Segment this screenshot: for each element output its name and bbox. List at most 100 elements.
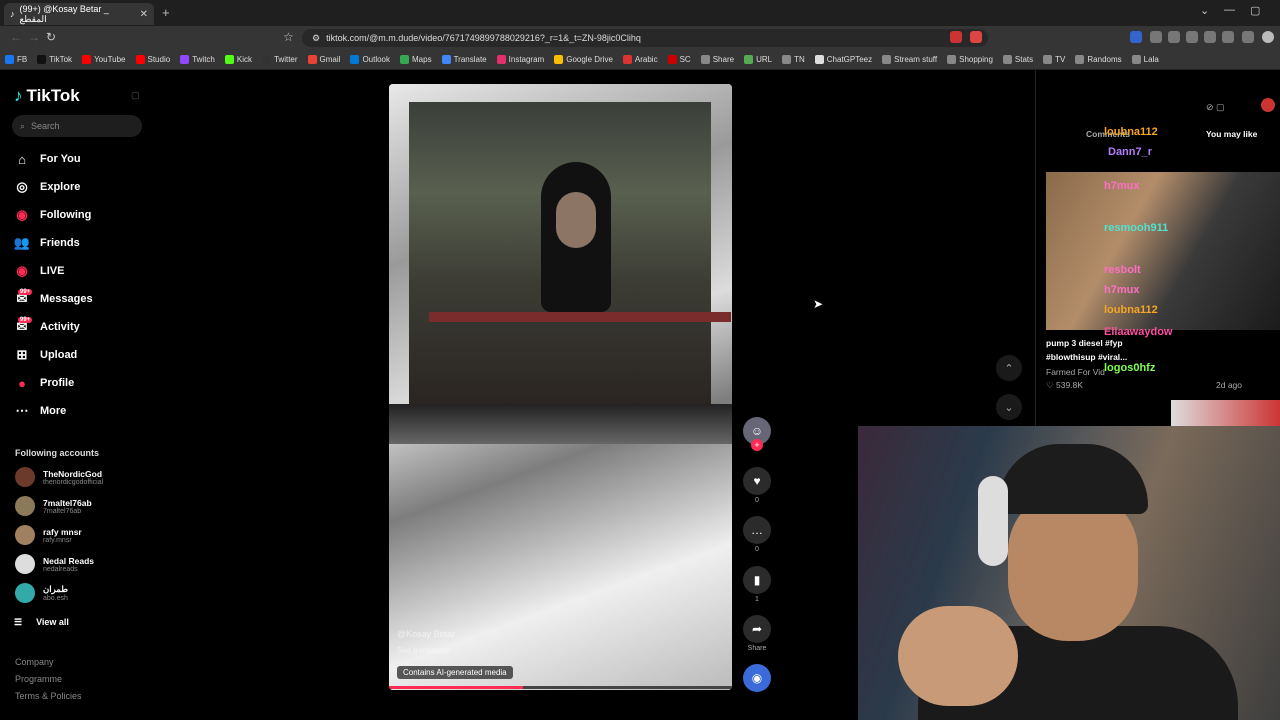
bookmark-favicon-icon <box>350 55 360 64</box>
follow-plus-icon[interactable]: + <box>751 439 763 451</box>
footer-programme-link[interactable]: Programme <box>15 674 62 684</box>
footer-terms-link[interactable]: Terms & Policies <box>15 691 82 701</box>
panel-avatar-icon[interactable] <box>1261 98 1275 112</box>
browser-tab[interactable]: ♪ (99+) @Kosay Betar _ المقطع ✕ <box>4 3 154 25</box>
sound-disc[interactable]: ◉ <box>742 664 772 692</box>
video-player[interactable]: @Kosay Betar See translation Contains AI… <box>389 84 732 690</box>
comment-icon: … <box>743 516 771 544</box>
maximize-icon[interactable]: ▢ <box>1250 4 1260 17</box>
see-translation-link[interactable]: See translation <box>397 646 450 655</box>
following-account[interactable]: 7maltel76ab 7maltel76ab <box>15 492 92 520</box>
view-all-button[interactable]: ☰ View all <box>14 610 69 634</box>
following-account[interactable]: rafy mnsr rafy.mnsr <box>15 521 82 549</box>
comment-button[interactable]: … 0 <box>742 516 772 553</box>
previous-video-button[interactable]: ⌃ <box>996 355 1022 381</box>
bookmark-arabic[interactable]: Arabic <box>618 55 663 64</box>
nav-following[interactable]: ◉ Following <box>14 203 91 227</box>
bookmark-translate[interactable]: Translate <box>437 55 492 64</box>
forward-icon[interactable]: → <box>28 30 40 44</box>
bookmark-fb[interactable]: FB <box>0 55 32 64</box>
extension-icon[interactable] <box>970 31 982 43</box>
bookmark-share[interactable]: Share <box>696 55 739 64</box>
bookmark-google-drive[interactable]: Google Drive <box>549 55 618 64</box>
bookmark-favicon-icon <box>37 55 47 64</box>
chat-username: h7mux <box>1104 284 1140 296</box>
nav-friends[interactable]: 👥 Friends <box>14 231 80 255</box>
bookmark-studio[interactable]: Studio <box>131 55 176 64</box>
bookmark-twitch[interactable]: Twitch <box>175 55 220 64</box>
bookmark-sc[interactable]: SC <box>663 55 696 64</box>
bookmark-stream-stuff[interactable]: Stream stuff <box>877 55 942 64</box>
nav-more[interactable]: ⋯ More <box>14 399 67 423</box>
video-caption-user[interactable]: @Kosay Betar <box>397 629 455 639</box>
tab-search-icon[interactable]: ⌄ <box>1200 4 1209 17</box>
close-tab-icon[interactable]: ✕ <box>140 9 148 20</box>
bookmark-twitter[interactable]: Twitter <box>257 55 303 64</box>
following-account[interactable]: Nedal Reads nedalreads <box>15 550 94 578</box>
bookmark-lala[interactable]: Lala <box>1127 55 1164 64</box>
more-icon: ⋯ <box>15 403 29 418</box>
compass-icon: ◎ <box>16 179 28 194</box>
following-account[interactable]: طمران abo.esh <box>15 579 68 607</box>
save-button[interactable]: ▮ 1 <box>742 566 772 603</box>
nav-explore[interactable]: ◎ Explore <box>14 175 80 199</box>
suggested-video-age: 2d ago <box>1216 380 1242 390</box>
reload-icon[interactable]: ↻ <box>46 30 56 44</box>
like-button[interactable]: ♥ 0 <box>742 467 772 504</box>
next-suggested-thumbnail[interactable] <box>1171 400 1280 426</box>
nav-live[interactable]: ◉ LIVE <box>14 259 64 283</box>
extension-icon[interactable] <box>1168 31 1180 43</box>
collapse-sidebar-icon[interactable]: ▢ <box>131 90 140 101</box>
video-progress-bar[interactable] <box>389 686 732 689</box>
minimize-icon[interactable]: — <box>1224 4 1235 16</box>
footer-company-link[interactable]: Company <box>15 657 54 667</box>
extension-icon[interactable] <box>1222 31 1234 43</box>
bookmark-star-icon[interactable]: ☆ <box>283 30 294 44</box>
bookmark-chatgpteez[interactable]: ChatGPTeez <box>810 55 877 64</box>
tiktok-favicon-icon: ♪ <box>10 9 15 19</box>
chat-username: resbolt <box>1104 264 1141 276</box>
new-tab-button[interactable]: + <box>162 5 170 20</box>
bookmark-tn[interactable]: TN <box>777 55 810 64</box>
bookmark-tiktok[interactable]: TikTok <box>32 55 77 64</box>
bookmark-outlook[interactable]: Outlook <box>345 55 395 64</box>
search-input[interactable]: ⌕ Search <box>12 115 142 137</box>
extension-icon[interactable] <box>1242 31 1254 43</box>
nav-messages[interactable]: ✉ 99+ Messages <box>14 287 93 311</box>
nav-for-you[interactable]: ⌂ For You <box>14 147 80 171</box>
extension-icon[interactable] <box>1186 31 1198 43</box>
bookmark-url[interactable]: URL <box>739 55 777 64</box>
tiktok-logo[interactable]: ♪ TikTok <box>14 86 80 106</box>
bookmark-kick[interactable]: Kick <box>220 55 257 64</box>
nav-upload[interactable]: ⊞ Upload <box>14 343 78 367</box>
suggested-video-thumbnail[interactable] <box>1046 172 1280 330</box>
nav-profile[interactable]: ● Profile <box>14 371 74 395</box>
you-may-like-tab[interactable]: You may like <box>1206 129 1257 139</box>
bookmark-instagram[interactable]: Instagram <box>492 55 550 64</box>
bookmark-shopping[interactable]: Shopping <box>942 55 998 64</box>
bookmark-stats[interactable]: Stats <box>998 55 1038 64</box>
extension-icon[interactable] <box>950 31 962 43</box>
activity-icon: ✉ 99+ <box>16 317 33 334</box>
suggested-video-title[interactable]: pump 3 diesel #fyp <box>1046 338 1123 348</box>
creator-avatar[interactable]: ☺ + <box>742 417 772 451</box>
nav-activity[interactable]: ✉ 99+ Activity <box>14 315 80 339</box>
next-video-button[interactable]: ⌄ <box>996 394 1022 420</box>
site-info-icon[interactable]: ⚙ <box>312 33 320 44</box>
url-field[interactable]: ⚙ tiktok.com/@m.m.dude/video/76717498997… <box>302 29 988 47</box>
extension-icon[interactable] <box>1130 31 1142 43</box>
back-icon[interactable]: ← <box>10 30 22 44</box>
bookmark-maps[interactable]: Maps <box>395 55 437 64</box>
bookmark-randoms[interactable]: Randoms <box>1070 55 1126 64</box>
suggested-video-author[interactable]: Farmed For Vid <box>1046 367 1105 377</box>
profile-avatar-icon[interactable] <box>1262 31 1274 43</box>
bookmark-youtube[interactable]: YouTube <box>77 55 130 64</box>
panel-toolbar-icon[interactable]: ⊘ ▢ <box>1206 102 1225 113</box>
bookmark-tv[interactable]: TV <box>1038 55 1070 64</box>
extension-icon[interactable] <box>1204 31 1216 43</box>
bookmark-gmail[interactable]: Gmail <box>303 55 346 64</box>
figure-face <box>556 192 596 248</box>
extension-icon[interactable] <box>1150 31 1162 43</box>
share-button[interactable]: ➦ Share <box>742 615 772 652</box>
following-account[interactable]: TheNordicGod thenordicgodofficial <box>15 463 103 491</box>
